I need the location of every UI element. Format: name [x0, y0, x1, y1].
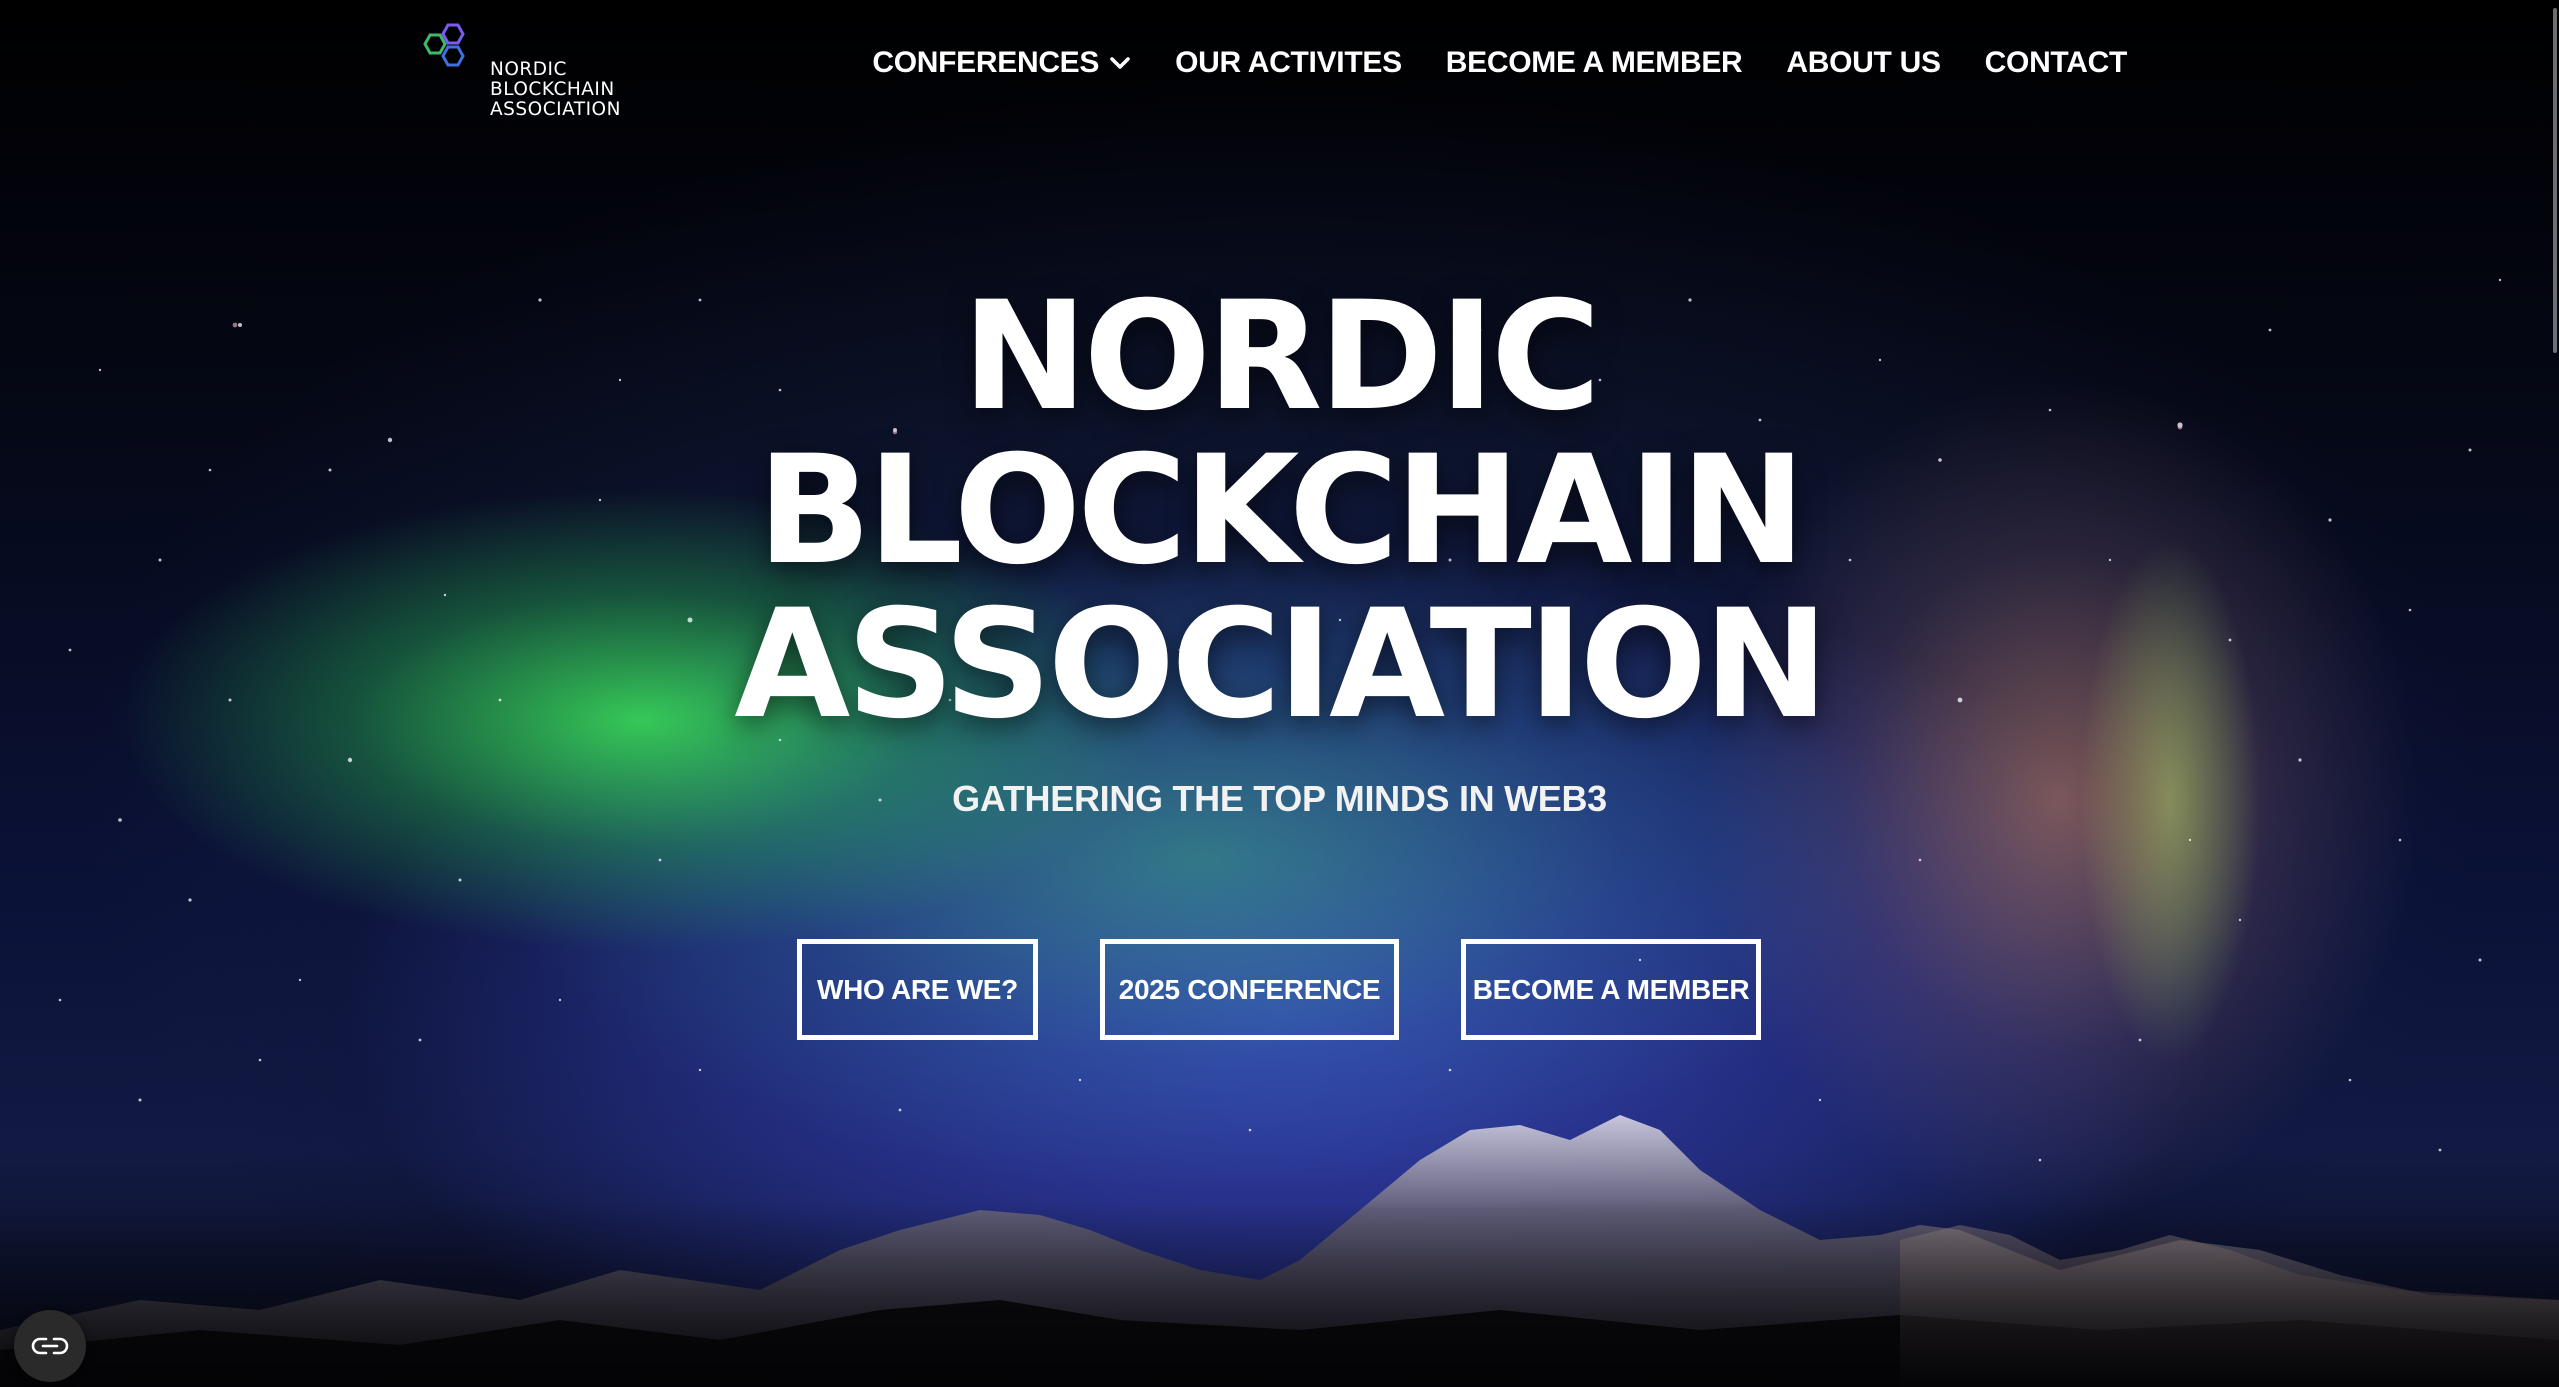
nav-item-label: CONTACT	[1984, 46, 2128, 79]
chevron-down-icon	[1110, 57, 1130, 69]
nav-item-label: BECOME A MEMBER	[1445, 46, 1743, 79]
conference-2025-button[interactable]: 2025 CONFERENCE	[1100, 939, 1399, 1040]
hero-title: NORDIC BLOCKCHAIN ASSOCIATION	[0, 280, 2559, 742]
hero-title-line-3: ASSOCIATION	[734, 578, 1828, 752]
accessibility-toggle-icon	[31, 1337, 69, 1355]
logo-line-2: BLOCKCHAIN	[490, 79, 615, 100]
hero-title-line-2: BLOCKCHAIN	[757, 424, 1806, 598]
nav-item-label: OUR ACTIVITES	[1175, 46, 1402, 79]
nav-item-label: CONFERENCES	[872, 46, 1100, 79]
hero-subtitle: GATHERING THE TOP MINDS IN WEB3	[952, 778, 1607, 819]
nav-item-about-us[interactable]: ABOUT US	[1786, 46, 1941, 80]
become-a-member-button[interactable]: BECOME A MEMBER	[1461, 939, 1761, 1040]
logo-line-1: NORDIC	[490, 59, 567, 80]
scrollbar-thumb[interactable]	[2553, 8, 2557, 353]
main-menu: CONFERENCES OUR ACTIVITES BECOME A MEMBE…	[872, 46, 2127, 80]
nav-item-become-a-member[interactable]: BECOME A MEMBER	[1446, 46, 1743, 80]
site-logo[interactable]: NORDIC BLOCKCHAIN ASSOCIATION	[410, 12, 640, 122]
logo-hexagon-icon	[423, 23, 465, 67]
nav-item-conferences[interactable]: CONFERENCES	[872, 46, 1131, 80]
accessibility-toggle-button[interactable]	[14, 1310, 86, 1382]
logo-line-3: ASSOCIATION	[490, 99, 621, 120]
nav-item-label: ABOUT US	[1786, 46, 1941, 79]
bottom-fade	[0, 1200, 2559, 1387]
top-navigation: NORDIC BLOCKCHAIN ASSOCIATION CONFERENCE…	[0, 0, 2559, 130]
nav-item-our-activities[interactable]: OUR ACTIVITES	[1175, 46, 1402, 80]
who-are-we-button[interactable]: WHO ARE WE?	[797, 939, 1038, 1040]
page-scrollbar[interactable]	[2549, 0, 2559, 1387]
nav-item-contact[interactable]: CONTACT	[1984, 46, 2128, 80]
hero-title-line-1: NORDIC	[962, 270, 1601, 444]
logo-wordmark: NORDIC BLOCKCHAIN ASSOCIATION	[490, 60, 621, 120]
